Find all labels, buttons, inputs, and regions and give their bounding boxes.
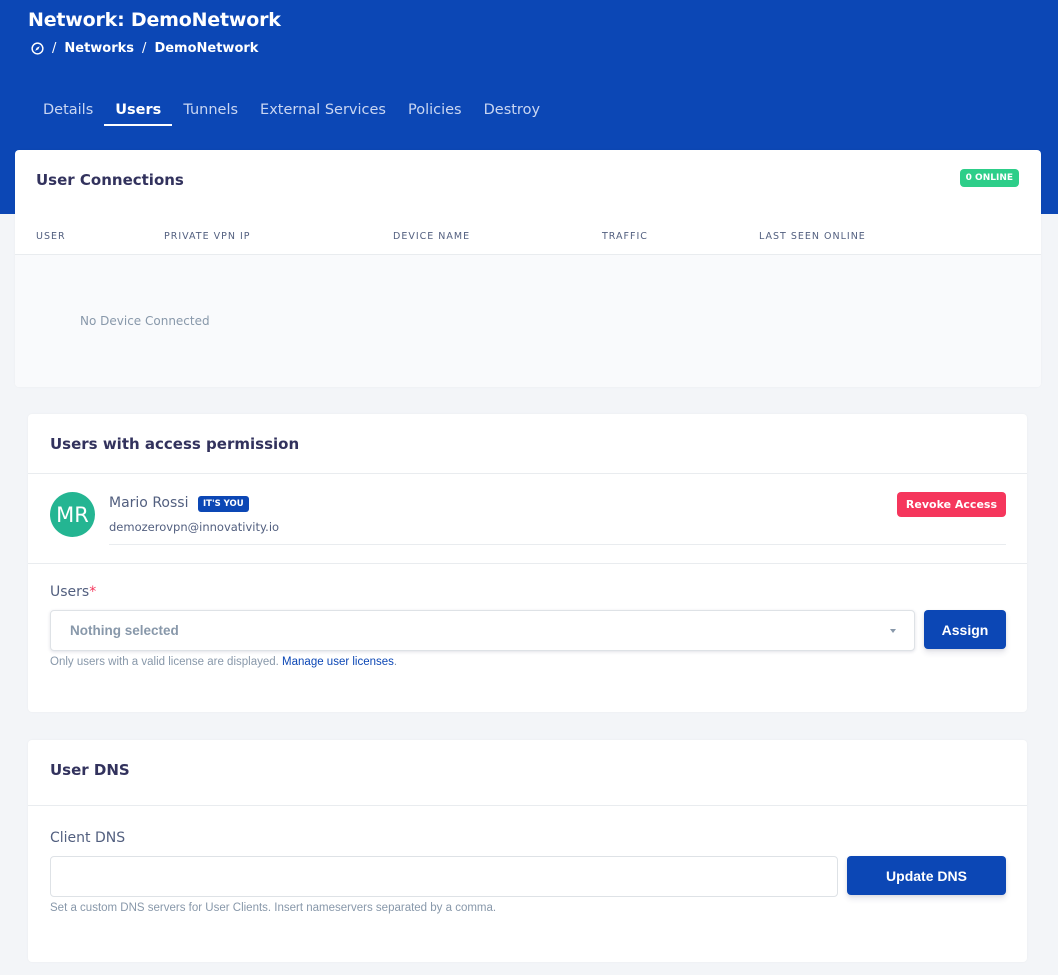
users-select-value: Nothing selected [70, 623, 179, 638]
user-dns-card: User DNS Client DNS Update DNS Set a cus… [28, 740, 1027, 962]
column-device-name: DEVICE NAME [393, 231, 471, 242]
connections-table-header: USER PRIVATE VPN IP DEVICE NAME TRAFFIC … [15, 217, 1041, 255]
required-mark: * [89, 584, 97, 600]
tab-tunnels[interactable]: Tunnels [172, 98, 249, 126]
column-private-vpn-ip: PRIVATE VPN IP [164, 231, 251, 242]
caret-down-icon [890, 629, 896, 633]
divider [109, 544, 1006, 545]
breadcrumb-separator: / [142, 41, 147, 56]
access-permission-title: Users with access permission [50, 435, 300, 453]
user-dns-title: User DNS [50, 761, 130, 779]
compass-icon[interactable] [31, 42, 44, 55]
dns-help-text: Set a custom DNS servers for User Client… [50, 902, 497, 914]
user-email: demozerovpn@innovativity.io [109, 520, 280, 534]
tab-bar: Details Users Tunnels External Services … [32, 98, 551, 126]
client-dns-label: Client DNS [50, 830, 126, 846]
empty-state-message: No Device Connected [80, 314, 210, 328]
users-help-suffix: . [393, 656, 398, 668]
breadcrumb-networks[interactable]: Networks [64, 41, 134, 56]
assign-button[interactable]: Assign [924, 610, 1006, 649]
users-help-message: Only users with a valid license are disp… [50, 656, 279, 668]
breadcrumb: / Networks / DemoNetwork [31, 41, 258, 56]
user-name: Mario Rossi [109, 495, 189, 511]
manage-user-licenses-link[interactable]: Manage user licenses [282, 656, 394, 668]
client-dns-input[interactable] [50, 856, 838, 897]
page-title: Network: DemoNetwork [28, 9, 281, 31]
divider [28, 473, 1027, 474]
update-dns-button[interactable]: Update DNS [847, 856, 1006, 895]
tab-details[interactable]: Details [32, 98, 104, 126]
connections-table-body: No Device Connected [15, 255, 1041, 387]
divider [28, 563, 1027, 564]
breadcrumb-separator: / [52, 41, 57, 56]
avatar: MR [50, 492, 95, 537]
tab-users[interactable]: Users [104, 98, 173, 126]
online-count-badge: 0 ONLINE [959, 169, 1019, 187]
divider [28, 805, 1027, 806]
tab-policies[interactable]: Policies [397, 98, 473, 126]
its-you-badge: IT'S YOU [198, 496, 249, 512]
users-select[interactable]: Nothing selected [50, 610, 915, 651]
users-help-text: Only users with a valid license are disp… [50, 656, 397, 668]
users-field-label: Users* [50, 584, 96, 600]
revoke-access-button[interactable]: Revoke Access [896, 492, 1006, 517]
user-connections-title: User Connections [36, 171, 184, 189]
users-label-text: Users [50, 584, 90, 600]
column-user: USER [36, 231, 66, 242]
tab-destroy[interactable]: Destroy [473, 98, 551, 126]
access-permission-card: Users with access permission MR Mario Ro… [28, 414, 1027, 712]
tab-external-services[interactable]: External Services [249, 98, 397, 126]
column-last-seen-online: LAST SEEN ONLINE [759, 231, 866, 242]
user-connections-card: User Connections 0 ONLINE USER PRIVATE V… [15, 150, 1041, 387]
column-traffic: TRAFFIC [602, 231, 648, 242]
breadcrumb-current: DemoNetwork [154, 41, 259, 56]
